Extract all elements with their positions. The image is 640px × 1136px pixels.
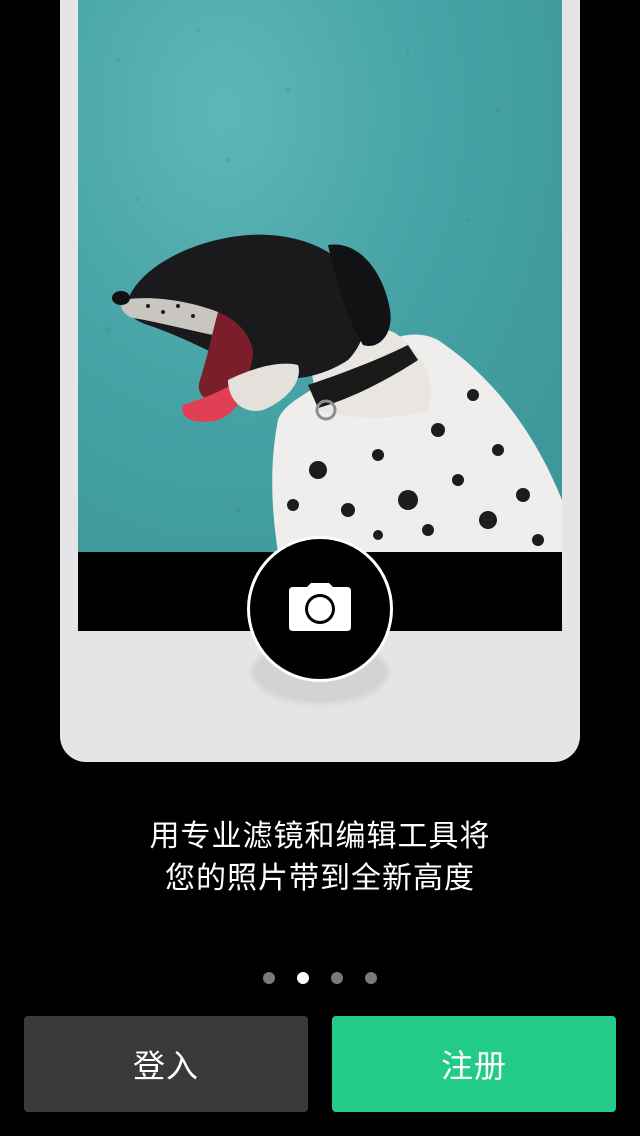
page-dot-3[interactable] (331, 972, 343, 984)
signup-button[interactable]: 注册 (332, 1016, 616, 1112)
camera-icon (289, 583, 351, 635)
shutter-button[interactable] (247, 536, 393, 682)
login-button[interactable]: 登入 (24, 1016, 308, 1112)
onboarding-screen: 用专业滤镜和编辑工具将 您的照片带到全新高度 登入 注册 (0, 0, 640, 1136)
page-indicator (0, 972, 640, 984)
tagline-line-1: 用专业滤镜和编辑工具将 (149, 819, 491, 854)
page-dot-2-active[interactable] (297, 972, 309, 984)
onboarding-tagline: 用专业滤镜和编辑工具将 您的照片带到全新高度 (0, 816, 640, 900)
page-dot-4[interactable] (365, 972, 377, 984)
page-dot-1[interactable] (263, 972, 275, 984)
tagline-line-2: 您的照片带到全新高度 (165, 861, 475, 896)
dog-photo (78, 0, 562, 552)
